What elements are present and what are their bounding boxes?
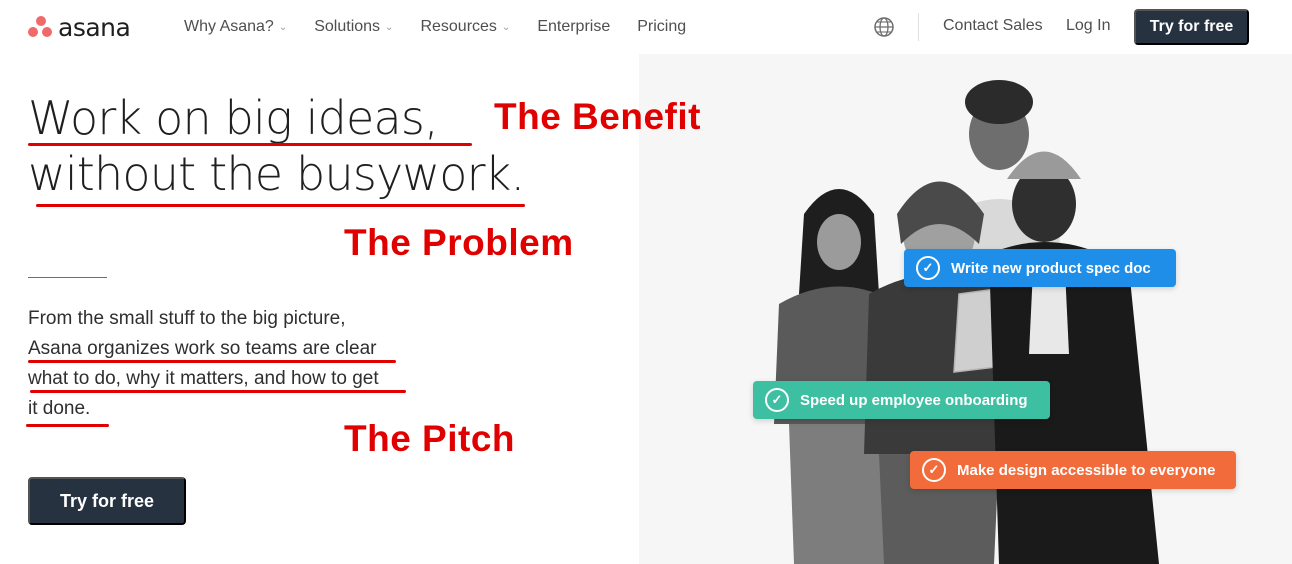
top-nav: asana Why Asana? ⌄ Solutions ⌄ Resources…	[0, 0, 1292, 54]
main-menu: Why Asana? ⌄ Solutions ⌄ Resources ⌄ Ent…	[184, 0, 713, 54]
task-label: Write new product spec doc	[951, 259, 1151, 277]
annotation-underline	[28, 143, 472, 146]
nav-item-why-asana[interactable]: Why Asana? ⌄	[184, 18, 287, 36]
login-link[interactable]: Log In	[1066, 17, 1110, 35]
annotation-underline	[30, 390, 406, 393]
chevron-down-icon: ⌄	[385, 21, 394, 33]
task-chip-spec-doc: ✓ Write new product spec doc	[904, 249, 1176, 287]
task-label: Make design accessible to everyone	[957, 461, 1216, 479]
asana-logo-icon	[28, 15, 54, 39]
headline-line-2: without the busywork.	[28, 147, 525, 201]
nav-item-resources[interactable]: Resources ⌄	[420, 18, 510, 36]
body-line-3: what to do, why it matters, and how to g…	[28, 368, 379, 389]
headline-line-1: Work on big ideas,	[28, 91, 439, 145]
annotation-underline	[28, 360, 396, 363]
nav-item-enterprise[interactable]: Enterprise	[537, 18, 610, 36]
task-chip-design: ✓ Make design accessible to everyone	[910, 451, 1236, 489]
task-chip-onboarding: ✓ Speed up employee onboarding	[753, 381, 1050, 419]
body-line-1: From the small stuff to the big picture,	[28, 308, 346, 329]
body-line-4: it done.	[28, 398, 91, 419]
annotation-problem: The Problem	[344, 222, 574, 263]
check-circle-icon: ✓	[922, 458, 946, 482]
nav-item-pricing[interactable]: Pricing	[637, 18, 686, 36]
nav-item-label: Solutions	[314, 18, 381, 35]
annotation-benefit: The Benefit	[494, 96, 701, 137]
globe-icon[interactable]	[873, 16, 895, 38]
nav-item-label: Why Asana?	[184, 18, 274, 35]
nav-item-solutions[interactable]: Solutions ⌄	[314, 18, 393, 36]
chevron-down-icon: ⌄	[278, 21, 288, 33]
hero-headline: Work on big ideas, without the busywork.	[28, 90, 525, 202]
nav-item-label: Pricing	[637, 18, 687, 35]
hero-body-copy: From the small stuff to the big picture,…	[28, 304, 428, 424]
hero-try-free-button[interactable]: Try for free	[28, 477, 186, 525]
nav-item-label: Resources	[420, 18, 497, 35]
section-divider	[28, 277, 107, 278]
check-circle-icon: ✓	[765, 388, 789, 412]
task-label: Speed up employee onboarding	[800, 391, 1028, 409]
logo-text: asana	[58, 12, 131, 42]
nav-item-label: Enterprise	[537, 18, 611, 35]
annotation-underline	[26, 424, 109, 427]
contact-sales-link[interactable]: Contact Sales	[943, 17, 1043, 35]
annotation-underline	[36, 204, 525, 207]
asana-logo[interactable]: asana	[28, 12, 131, 42]
annotation-pitch: The Pitch	[344, 418, 516, 459]
nav-divider	[918, 13, 919, 41]
check-circle-icon: ✓	[916, 256, 940, 280]
body-line-2: Asana organizes work so teams are clear	[28, 338, 377, 359]
chevron-down-icon: ⌄	[501, 21, 511, 33]
nav-try-free-button[interactable]: Try for free	[1134, 9, 1249, 45]
